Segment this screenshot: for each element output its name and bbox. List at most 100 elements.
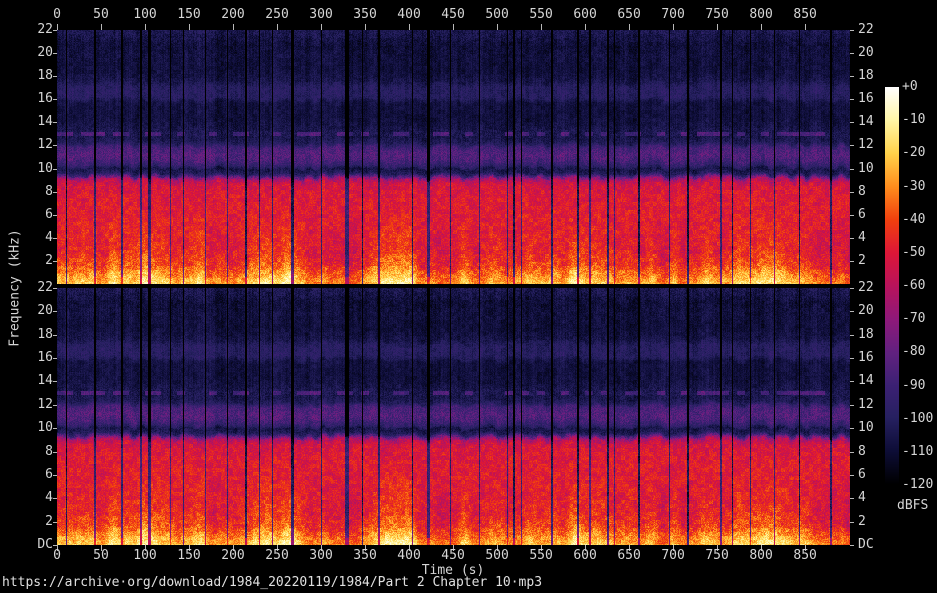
freq-tick-label-left: 18 bbox=[37, 326, 53, 342]
colorbar-tick-label: -20 bbox=[902, 145, 926, 161]
freq-tick-mark-left bbox=[53, 260, 57, 262]
freq-tick-label-right: 18 bbox=[858, 326, 874, 342]
freq-tick-label-left: 14 bbox=[37, 114, 53, 130]
time-tick-label: 200 bbox=[221, 548, 245, 563]
freq-tick-mark-right bbox=[850, 122, 854, 124]
freq-tick-mark-left bbox=[53, 145, 57, 147]
time-tick-label: 400 bbox=[397, 7, 421, 22]
colorbar-tick-label: -30 bbox=[902, 178, 926, 194]
freq-tick-mark-left bbox=[53, 451, 57, 453]
freq-tick-mark-right bbox=[850, 451, 854, 453]
time-tick-label: 400 bbox=[397, 548, 421, 563]
freq-tick-mark-right bbox=[850, 498, 854, 500]
freq-tick-mark-right bbox=[850, 381, 854, 383]
freq-tick-mark-left bbox=[53, 288, 57, 289]
time-tick-label: 800 bbox=[749, 548, 773, 563]
freq-tick-label-left: 6 bbox=[45, 466, 53, 482]
time-tick-label: 500 bbox=[485, 7, 509, 22]
time-tick-label: 300 bbox=[309, 7, 333, 22]
freq-tick-mark-right bbox=[850, 53, 854, 55]
freq-tick-label-left: 8 bbox=[45, 183, 53, 199]
freq-tick-label-left: 12 bbox=[37, 396, 53, 412]
frequency-axis-title: Frequency (kHz) bbox=[7, 229, 23, 347]
time-tick-label: 550 bbox=[529, 548, 553, 563]
freq-tick-label-left: 4 bbox=[45, 490, 53, 506]
freq-tick-mark-left bbox=[53, 521, 57, 523]
colorbar-tick-label: -80 bbox=[902, 344, 926, 360]
spectrogram-channel-2 bbox=[57, 288, 850, 545]
freq-tick-mark-right bbox=[850, 474, 854, 476]
freq-tick-mark-right bbox=[850, 191, 854, 193]
freq-tick-mark-right bbox=[850, 404, 854, 406]
freq-tick-label-left: 2 bbox=[45, 252, 53, 268]
colorbar-tick-label: -70 bbox=[902, 311, 926, 327]
freq-tick-mark-right bbox=[850, 545, 854, 546]
freq-tick-label-right: 4 bbox=[858, 229, 866, 245]
time-tick-label: 800 bbox=[749, 7, 773, 22]
freq-tick-label-right: 12 bbox=[858, 396, 874, 412]
freq-tick-mark-left bbox=[53, 168, 57, 170]
time-tick-label: 850 bbox=[793, 548, 817, 563]
freq-tick-label-left: 10 bbox=[37, 420, 53, 436]
freq-tick-mark-right bbox=[850, 214, 854, 216]
freq-tick-label-right: 10 bbox=[858, 420, 874, 436]
dbfs-colorbar bbox=[885, 87, 899, 485]
freq-tick-label-right: 2 bbox=[858, 513, 866, 529]
freq-tick-label-left: 10 bbox=[37, 160, 53, 176]
time-tick-label: 700 bbox=[661, 548, 685, 563]
time-tick-label: 350 bbox=[353, 7, 377, 22]
colorbar-tick-label: +0 bbox=[902, 79, 918, 94]
freq-tick-mark-left bbox=[53, 358, 57, 360]
freq-tick-label-left: 20 bbox=[37, 45, 53, 61]
freq-tick-mark-left bbox=[53, 404, 57, 406]
freq-tick-label-left: 4 bbox=[45, 229, 53, 245]
time-tick-label: 750 bbox=[705, 7, 729, 22]
freq-tick-mark-left bbox=[53, 191, 57, 193]
freq-tick-mark-left bbox=[53, 311, 57, 313]
time-tick-label: 600 bbox=[573, 7, 597, 22]
freq-tick-label-left: 16 bbox=[37, 350, 53, 366]
freq-tick-mark-right bbox=[850, 311, 854, 313]
freq-tick-mark-left bbox=[53, 334, 57, 336]
time-tick-label: 350 bbox=[353, 548, 377, 563]
freq-tick-label-right: 14 bbox=[858, 373, 874, 389]
freq-tick-mark-right bbox=[850, 260, 854, 262]
freq-tick-mark-left bbox=[53, 381, 57, 383]
colorbar-tick-label: -50 bbox=[902, 244, 926, 260]
freq-tick-label-right: 16 bbox=[858, 350, 874, 366]
freq-tick-label-left: 12 bbox=[37, 137, 53, 153]
freq-tick-mark-right bbox=[850, 145, 854, 147]
freq-tick-mark-left bbox=[53, 428, 57, 430]
colorbar-tick-label: -60 bbox=[902, 278, 926, 293]
freq-tick-label-right: 16 bbox=[858, 91, 874, 107]
time-tick-label: 550 bbox=[529, 7, 553, 22]
freq-tick-label-left: 16 bbox=[37, 91, 53, 107]
freq-tick-mark-right bbox=[850, 334, 854, 336]
colorbar-unit-label: dBFS bbox=[897, 498, 929, 513]
time-tick-label: 150 bbox=[177, 548, 201, 563]
time-tick-label: 150 bbox=[177, 7, 201, 22]
time-tick-label: 650 bbox=[617, 7, 641, 22]
colorbar-tick-label: -10 bbox=[902, 112, 926, 128]
freq-tick-label-right: 14 bbox=[858, 114, 874, 130]
time-tick-label: 750 bbox=[705, 548, 729, 563]
time-tick-label: 0 bbox=[53, 7, 61, 22]
freq-tick-mark-right bbox=[850, 99, 854, 101]
colorbar-tick-label: -40 bbox=[902, 211, 926, 227]
spectrogram-channel-1 bbox=[57, 30, 850, 284]
time-tick-label: 200 bbox=[221, 7, 245, 22]
freq-tick-mark-left bbox=[53, 76, 57, 78]
time-tick-label: 650 bbox=[617, 548, 641, 563]
time-tick-label: 250 bbox=[265, 7, 289, 22]
freq-tick-mark-right bbox=[850, 30, 854, 31]
freq-tick-label-right: 22 bbox=[858, 22, 874, 37]
freq-tick-label-left: 22 bbox=[37, 280, 53, 295]
freq-tick-label-right: 10 bbox=[858, 160, 874, 176]
freq-tick-label-right: 2 bbox=[858, 252, 866, 268]
freq-tick-mark-left bbox=[53, 237, 57, 239]
freq-tick-mark-left bbox=[53, 122, 57, 124]
freq-tick-label-left: 14 bbox=[37, 373, 53, 389]
spek-spectrogram-window: 0 50 100 150 200 250 300 350 400 450 500 550 600 650 7… bbox=[0, 0, 937, 593]
freq-tick-label-right: 20 bbox=[858, 303, 874, 319]
freq-tick-label-right: 22 bbox=[858, 280, 874, 295]
